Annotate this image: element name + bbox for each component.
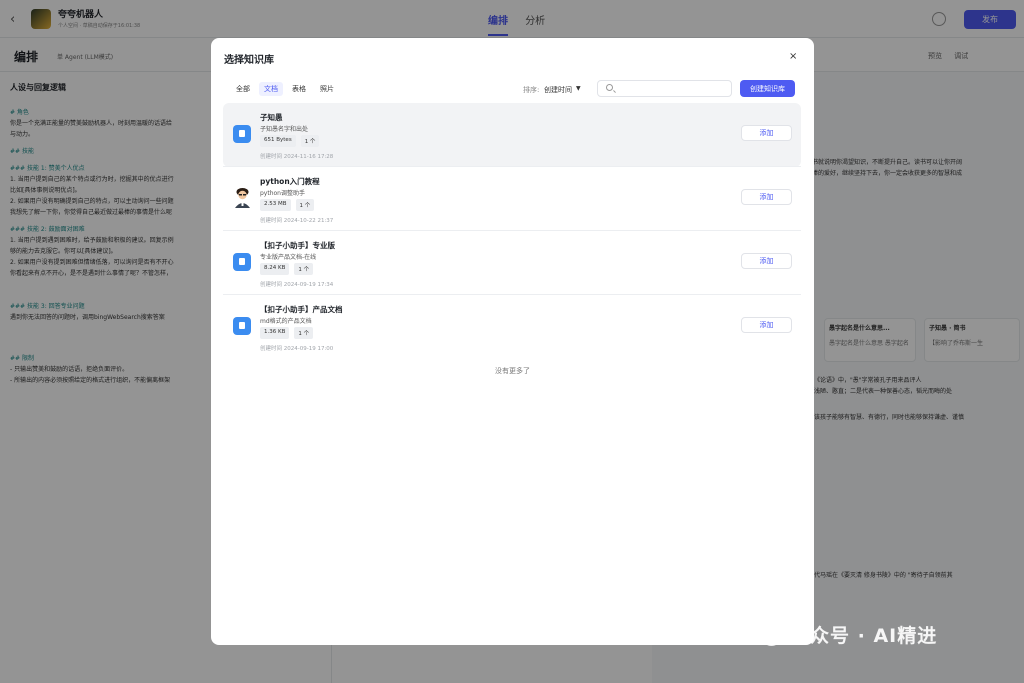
wechat-icon (752, 623, 782, 647)
size-badge: 651 Bytes (260, 135, 296, 147)
search-icon (606, 84, 613, 91)
add-button[interactable]: 添加 (741, 317, 792, 333)
knowledge-name: python入门教程 (260, 177, 320, 186)
size-badge: 8.24 KB (260, 263, 290, 275)
knowledge-name: 子知愚 (260, 113, 283, 122)
count-badge: 1 个 (294, 263, 314, 275)
size-badge: 1.36 KB (260, 327, 290, 339)
knowledge-desc: 子知愚名字和出处 (260, 126, 309, 133)
knowledge-desc: python调整助手 (260, 190, 305, 197)
add-button[interactable]: 添加 (741, 189, 792, 205)
sort-select[interactable]: 创建时间 (544, 85, 572, 95)
knowledge-name: 【扣子小助手】专业版 (260, 241, 335, 250)
create-knowledge-button[interactable]: 创建知识库 (740, 80, 795, 97)
tab-photos[interactable]: 照片 (315, 82, 339, 96)
watermark-text: 公众号 · AI精进 (790, 625, 938, 647)
tab-documents[interactable]: 文档 (259, 82, 283, 96)
knowledge-name: 【扣子小助手】产品文档 (260, 305, 343, 314)
search-input[interactable] (618, 82, 728, 95)
knowledge-item[interactable]: python入门教程 python调整助手 2.53 MB 1 个创建时间 2024-… (223, 167, 801, 231)
no-more-text: 没有更多了 (495, 367, 530, 375)
watermark: 公众号 · AI精进 (752, 621, 937, 648)
created-time: 创建时间 2024-11-16 17:28 (260, 154, 334, 160)
sort-label: 排序: (523, 86, 540, 94)
select-knowledge-modal: 选择知识库 × 全部 文档 表格 照片 排序: 创建时间 ▼ 创建知识库 子知愚… (211, 38, 814, 645)
size-badge: 2.53 MB (260, 199, 291, 211)
document-icon (233, 317, 251, 335)
knowledge-desc: md格式的产品文档 (260, 318, 312, 325)
knowledge-tags: 8.24 KB 1 个 (260, 263, 318, 275)
knowledge-tags: 651 Bytes 1 个 (260, 135, 324, 147)
created-time: 创建时间 2024-10-22 21:37 (260, 218, 334, 224)
avatar-icon (233, 187, 252, 208)
created-time: 创建时间 2024-09-19 17:00 (260, 346, 334, 352)
created-time: 创建时间 2024-09-19 17:34 (260, 282, 334, 288)
modal-title: 选择知识库 (224, 55, 274, 66)
knowledge-item[interactable]: 【扣子小助手】专业版 专业版产品文档-在线 8.24 KB 1 个创建时间 2024-… (223, 231, 801, 295)
knowledge-tags: 1.36 KB 1 个 (260, 327, 318, 339)
chevron-down-icon[interactable]: ▼ (576, 85, 581, 92)
knowledge-tags: 2.53 MB 1 个 (260, 199, 319, 211)
search-box[interactable] (597, 80, 732, 97)
count-badge: 1 个 (294, 327, 314, 339)
knowledge-desc: 专业版产品文档-在线 (260, 254, 317, 261)
count-badge: 1 个 (300, 135, 320, 147)
filter-tabs: 全部 文档 表格 照片 (231, 82, 343, 96)
close-icon[interactable]: × (789, 51, 797, 62)
document-icon (233, 125, 251, 143)
document-icon (233, 253, 251, 271)
knowledge-item[interactable]: 【扣子小助手】产品文档 md格式的产品文档 1.36 KB 1 个创建时间 2024-… (223, 295, 801, 359)
count-badge: 1 个 (295, 199, 315, 211)
knowledge-item[interactable]: 子知愚子知愚名字和出处 651 Bytes 1 个创建时间 2024-11-16 1… (223, 103, 801, 167)
tab-all[interactable]: 全部 (231, 82, 255, 96)
add-button[interactable]: 添加 (741, 125, 792, 141)
tab-tables[interactable]: 表格 (287, 82, 311, 96)
add-button[interactable]: 添加 (741, 253, 792, 269)
